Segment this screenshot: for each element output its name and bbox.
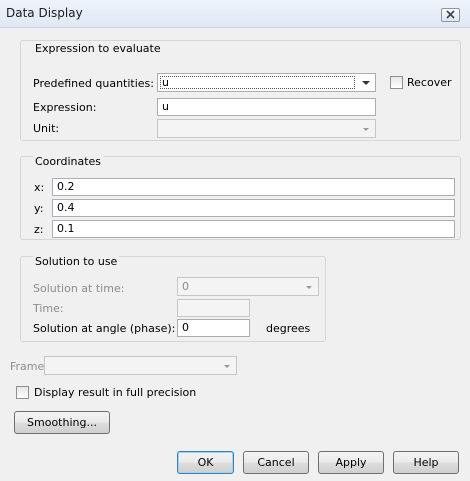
predefined-quantities-label: Predefined quantities: (33, 77, 154, 90)
close-button[interactable] (441, 8, 460, 22)
smoothing-button[interactable]: Smoothing... (14, 411, 110, 434)
y-input[interactable]: 0.4 (52, 199, 455, 217)
chevron-down-icon (303, 281, 315, 293)
z-label: z: (34, 223, 44, 236)
y-label: y: (34, 202, 44, 215)
solution-at-time-label: Solution at time: (33, 282, 125, 295)
close-icon (446, 9, 455, 22)
predefined-quantities-select[interactable]: u (157, 73, 376, 92)
solution-at-angle-label: Solution at angle (phase): (33, 322, 176, 335)
frame-select[interactable] (44, 356, 237, 375)
x-input[interactable]: 0.2 (52, 178, 455, 196)
unit-select[interactable] (157, 119, 376, 138)
frame-label: Frame: (10, 360, 48, 373)
chevron-down-icon (221, 360, 233, 372)
full-precision-checkbox[interactable] (16, 386, 29, 399)
time-input[interactable] (177, 299, 250, 317)
apply-button[interactable]: Apply (318, 451, 384, 474)
solution-at-time-value: 0 (182, 280, 189, 293)
title-bar: Data Display (0, 0, 470, 28)
ok-button[interactable]: OK (177, 451, 234, 474)
window-title: Data Display (6, 6, 83, 20)
expression-input[interactable]: u (157, 98, 376, 116)
expression-label: Expression: (33, 101, 97, 114)
coordinates-group-title: Coordinates (33, 155, 104, 168)
x-label: x: (34, 181, 45, 194)
z-input[interactable]: 0.1 (52, 220, 455, 238)
recover-checkbox[interactable] (390, 76, 403, 89)
predefined-quantities-value: u (162, 76, 169, 89)
recover-label: Recover (407, 76, 452, 89)
chevron-down-icon (360, 77, 372, 89)
time-label: Time: (33, 302, 64, 315)
angle-input[interactable]: 0 (177, 319, 250, 337)
full-precision-label: Display result in full precision (34, 386, 197, 399)
unit-label: Unit: (33, 122, 60, 135)
expression-group-title: Expression to evaluate (33, 42, 163, 55)
chevron-down-icon (360, 123, 372, 135)
cancel-button[interactable]: Cancel (243, 451, 309, 474)
solution-at-time-select[interactable]: 0 (177, 277, 319, 296)
help-button[interactable]: Help (393, 451, 459, 474)
angle-unit-label: degrees (266, 322, 311, 335)
solution-group-title: Solution to use (33, 255, 120, 268)
